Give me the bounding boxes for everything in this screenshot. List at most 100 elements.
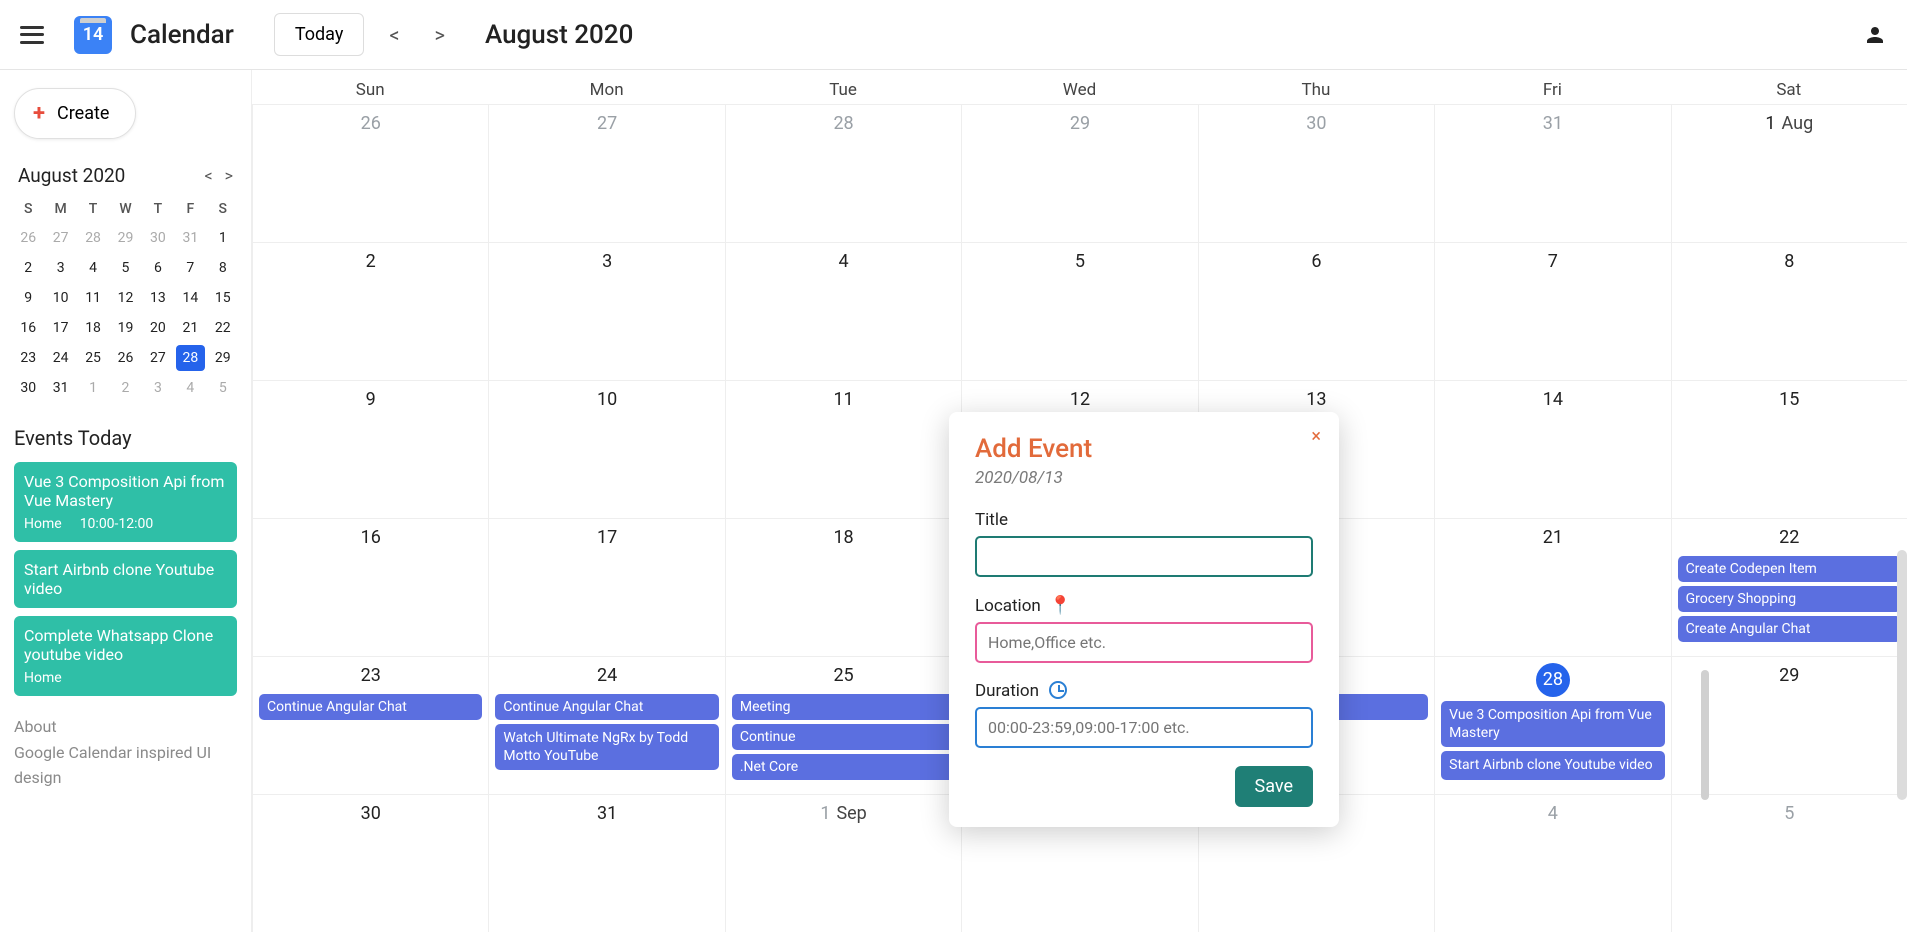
mini-day[interactable]: 5 [209,375,237,401]
day-cell[interactable]: 5 [961,242,1197,380]
day-cell[interactable]: 28 [725,104,961,242]
mini-day[interactable]: 27 [144,345,172,371]
day-cell[interactable]: 1Sep [725,794,961,932]
day-cell[interactable]: 26 [252,104,488,242]
user-icon[interactable] [1863,23,1887,47]
save-button[interactable]: Save [1235,766,1314,807]
mini-day[interactable]: 4 [176,375,204,401]
mini-day[interactable]: 22 [209,315,237,341]
day-cell[interactable]: 25MeetingContinue.Net Core [725,656,961,794]
mini-day[interactable]: 30 [14,375,42,401]
menu-icon[interactable] [20,26,44,44]
mini-day[interactable]: 9 [14,285,42,311]
mini-day[interactable]: 5 [111,255,139,281]
day-cell[interactable]: 5 [1671,794,1907,932]
mini-day[interactable]: 28 [176,345,204,371]
day-cell[interactable]: 15 [1671,380,1907,518]
mini-day[interactable]: 31 [176,225,204,251]
prev-month-button[interactable]: < [389,23,399,47]
day-cell[interactable]: 22Create Codepen ItemGrocery ShoppingCre… [1671,518,1907,656]
location-input[interactable] [975,622,1313,663]
day-cell[interactable]: 27 [488,104,724,242]
event-chip[interactable]: .Net Core [732,754,955,780]
mini-day[interactable]: 31 [46,375,74,401]
day-cell[interactable]: 18 [725,518,961,656]
event-chip[interactable]: Create Codepen Item [1678,556,1901,582]
day-cell[interactable]: 11 [725,380,961,518]
day-cell[interactable]: 2 [252,242,488,380]
mini-day[interactable]: 11 [79,285,107,311]
mini-day[interactable]: 1 [79,375,107,401]
day-cell[interactable]: 30 [1198,104,1434,242]
day-cell[interactable]: 8 [1671,242,1907,380]
scrollbar[interactable] [1701,670,1709,800]
mini-prev-button[interactable]: < [204,166,212,185]
day-cell[interactable]: 31 [488,794,724,932]
day-cell[interactable]: 1Aug [1671,104,1907,242]
next-month-button[interactable]: > [435,23,445,47]
event-chip[interactable]: Watch Ultimate NgRx by Todd Motto YouTub… [495,724,718,770]
title-input[interactable] [975,536,1313,577]
today-button[interactable]: Today [274,13,364,56]
mini-day[interactable]: 8 [209,255,237,281]
event-chip[interactable]: Start Airbnb clone Youtube video [1441,751,1664,779]
mini-day[interactable]: 26 [111,345,139,371]
mini-day[interactable]: 2 [111,375,139,401]
mini-day[interactable]: 17 [46,315,74,341]
day-cell[interactable]: 31 [1434,104,1670,242]
day-cell[interactable]: 4 [1434,794,1670,932]
event-chip[interactable]: Continue Angular Chat [259,694,482,720]
day-cell[interactable]: 28Vue 3 Composition Api from Vue Mastery… [1434,656,1670,794]
close-icon[interactable]: × [1311,426,1321,447]
day-cell[interactable]: 9 [252,380,488,518]
day-cell[interactable]: 29 [961,104,1197,242]
event-chip[interactable]: Vue 3 Composition Api from Vue Mastery [1441,701,1664,747]
event-card[interactable]: Start Airbnb clone Youtube video [14,550,237,608]
mini-day[interactable]: 16 [14,315,42,341]
mini-day[interactable]: 15 [209,285,237,311]
mini-day[interactable]: 6 [144,255,172,281]
day-cell[interactable]: 4 [725,242,961,380]
mini-day[interactable]: 20 [144,315,172,341]
day-cell[interactable]: 14 [1434,380,1670,518]
mini-day[interactable]: 4 [79,255,107,281]
mini-day[interactable]: 26 [14,225,42,251]
event-chip[interactable]: Continue [732,724,955,750]
mini-day[interactable]: 3 [46,255,74,281]
day-cell[interactable]: 7 [1434,242,1670,380]
day-cell[interactable]: 23Continue Angular Chat [252,656,488,794]
mini-day[interactable]: 29 [111,225,139,251]
duration-input[interactable] [975,707,1313,748]
day-cell[interactable]: 3 [488,242,724,380]
mini-day[interactable]: 27 [46,225,74,251]
event-card[interactable]: Vue 3 Composition Api from Vue MasteryHo… [14,462,237,542]
day-cell[interactable]: 6 [1198,242,1434,380]
mini-day[interactable]: 29 [209,345,237,371]
event-chip[interactable]: Grocery Shopping [1678,586,1901,612]
day-cell[interactable]: 16 [252,518,488,656]
mini-day[interactable]: 12 [111,285,139,311]
mini-day[interactable]: 25 [79,345,107,371]
create-button[interactable]: + Create [14,88,136,139]
event-chip[interactable]: Create Angular Chat [1678,616,1901,642]
mini-day[interactable]: 30 [144,225,172,251]
day-cell[interactable]: 17 [488,518,724,656]
mini-day[interactable]: 14 [176,285,204,311]
mini-day[interactable]: 2 [14,255,42,281]
mini-day[interactable]: 19 [111,315,139,341]
mini-day[interactable]: 13 [144,285,172,311]
day-cell[interactable]: 24Continue Angular ChatWatch Ultimate Ng… [488,656,724,794]
day-cell[interactable]: 21 [1434,518,1670,656]
mini-day[interactable]: 1 [209,225,237,251]
mini-day[interactable]: 24 [46,345,74,371]
event-card[interactable]: Complete Whatsapp Clone youtube videoHom… [14,616,237,696]
mini-day[interactable]: 7 [176,255,204,281]
mini-day[interactable]: 3 [144,375,172,401]
event-chip[interactable]: Meeting [732,694,955,720]
mini-day[interactable]: 10 [46,285,74,311]
mini-day[interactable]: 28 [79,225,107,251]
event-chip[interactable]: Continue Angular Chat [495,694,718,720]
mini-day[interactable]: 23 [14,345,42,371]
mini-next-button[interactable]: > [225,166,233,185]
mini-day[interactable]: 21 [176,315,204,341]
